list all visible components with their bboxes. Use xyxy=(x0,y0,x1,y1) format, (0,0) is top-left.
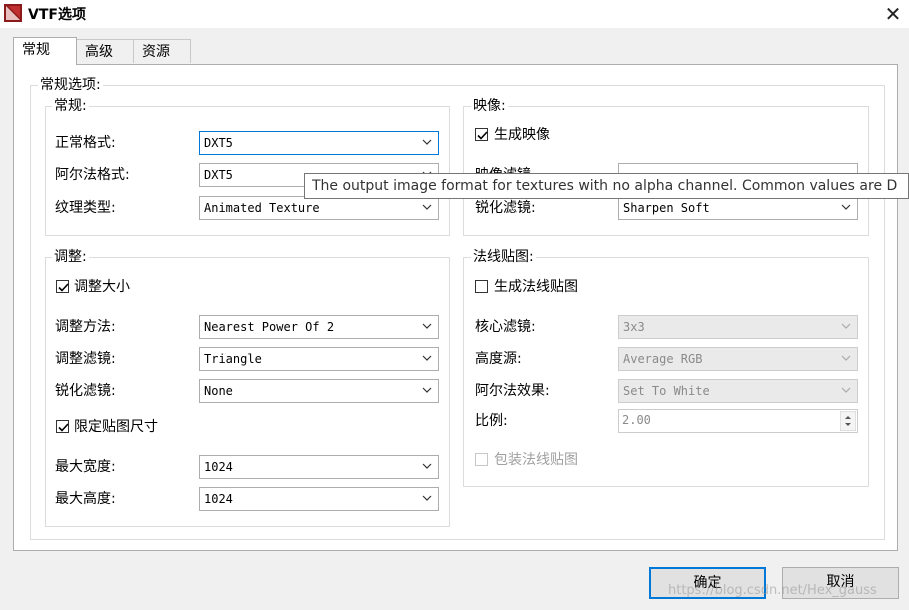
chevron-down-icon xyxy=(422,463,432,469)
wrap-normal-map-label: 包装法线贴图 xyxy=(494,452,578,468)
general-legend: 常规: xyxy=(52,98,89,114)
window-title: VTF选项 xyxy=(28,7,86,23)
close-icon[interactable]: ✕ xyxy=(880,2,906,26)
wrap-normal-map-checkbox[interactable] xyxy=(475,453,488,466)
normal-format-value: DXT5 xyxy=(204,136,233,150)
scale-label: 比例: xyxy=(475,413,508,429)
chevron-down-icon xyxy=(422,204,432,210)
chevron-down-icon xyxy=(422,355,432,361)
generate-normal-map-checkbox[interactable] xyxy=(475,280,488,293)
texture-type-label: 纹理类型: xyxy=(55,200,116,216)
watermark: https://blog.csdn.net/Hex_gauss xyxy=(668,583,877,598)
resize-sharpen-value: None xyxy=(204,384,233,398)
mip-sharpen-label: 锐化滤镜: xyxy=(475,200,536,216)
alpha-result-value: Set To White xyxy=(623,384,710,398)
checkmark-icon xyxy=(58,423,69,432)
alpha-format-value: DXT5 xyxy=(204,168,233,182)
chevron-down-icon xyxy=(841,204,851,210)
mipmap-legend: 映像: xyxy=(471,98,508,114)
app-icon xyxy=(4,4,22,22)
resize-check-label[interactable]: 调整大小 xyxy=(74,278,130,296)
normal-format-label: 正常格式: xyxy=(55,135,116,151)
height-source-select[interactable]: Average RGB xyxy=(618,347,858,371)
resize-filter-label: 调整滤镜: xyxy=(55,351,116,367)
general-options-legend: 常规选项: xyxy=(38,77,103,93)
resize-filter-select[interactable]: Triangle xyxy=(199,347,439,371)
resize-sharpen-select[interactable]: None xyxy=(199,379,439,403)
tab-general[interactable]: 常规 xyxy=(13,37,77,65)
alpha-format-label: 阿尔法格式: xyxy=(55,167,130,183)
max-height-label: 最大高度: xyxy=(55,491,116,507)
generate-normal-map-label[interactable]: 生成法线贴图 xyxy=(494,278,578,296)
generate-mipmaps-checkbox[interactable] xyxy=(475,128,488,141)
kernel-filter-label: 核心滤镜: xyxy=(475,319,536,335)
kernel-filter-value: 3x3 xyxy=(623,320,645,334)
spin-arrows-icon[interactable] xyxy=(840,411,856,431)
texture-type-select[interactable]: Animated Texture xyxy=(199,196,439,220)
scale-value: 2.00 xyxy=(622,413,651,427)
resize-method-select[interactable]: Nearest Power Of 2 xyxy=(199,315,439,339)
mip-sharpen-value: Sharpen Soft xyxy=(623,201,710,215)
title-bar: VTF选项 ✕ xyxy=(0,0,909,28)
height-source-value: Average RGB xyxy=(623,352,703,366)
chevron-down-icon xyxy=(422,139,432,145)
tab-advanced[interactable]: 高级 xyxy=(76,39,134,63)
height-source-label: 高度源: xyxy=(475,351,522,367)
chevron-down-icon xyxy=(422,323,432,329)
tab-resources[interactable]: 资源 xyxy=(133,39,191,63)
chevron-down-icon xyxy=(422,387,432,393)
max-height-value: 1024 xyxy=(204,492,233,506)
resize-checkbox[interactable] xyxy=(56,280,69,293)
chevron-down-icon xyxy=(422,495,432,501)
texture-type-value: Animated Texture xyxy=(204,201,320,215)
resize-method-value: Nearest Power Of 2 xyxy=(204,320,335,334)
scale-spinner[interactable]: 2.00 xyxy=(618,409,858,433)
mip-sharpen-select[interactable]: Sharpen Soft xyxy=(618,196,858,220)
resize-legend: 调整: xyxy=(52,249,89,265)
generate-mipmaps-label[interactable]: 生成映像 xyxy=(494,126,550,144)
checkmark-icon xyxy=(477,131,488,140)
normal-format-select[interactable]: DXT5 xyxy=(199,131,439,155)
clamp-size-label[interactable]: 限定贴图尺寸 xyxy=(74,418,158,436)
clamp-size-checkbox[interactable] xyxy=(56,420,69,433)
max-height-select[interactable]: 1024 xyxy=(199,487,439,511)
resize-sharpen-label: 锐化滤镜: xyxy=(55,383,116,399)
alpha-result-label: 阿尔法效果: xyxy=(475,383,550,399)
normal-map-legend: 法线贴图: xyxy=(471,249,536,265)
max-width-label: 最大宽度: xyxy=(55,459,116,475)
max-width-select[interactable]: 1024 xyxy=(199,455,439,479)
resize-filter-value: Triangle xyxy=(204,352,262,366)
chevron-down-icon xyxy=(841,323,851,329)
max-width-value: 1024 xyxy=(204,460,233,474)
resize-method-label: 调整方法: xyxy=(55,319,116,335)
alpha-result-select[interactable]: Set To White xyxy=(618,379,858,403)
kernel-filter-select[interactable]: 3x3 xyxy=(618,315,858,339)
chevron-down-icon xyxy=(841,355,851,361)
checkmark-icon xyxy=(58,283,69,292)
chevron-down-icon xyxy=(841,387,851,393)
tooltip: The output image format for textures wit… xyxy=(304,173,909,199)
